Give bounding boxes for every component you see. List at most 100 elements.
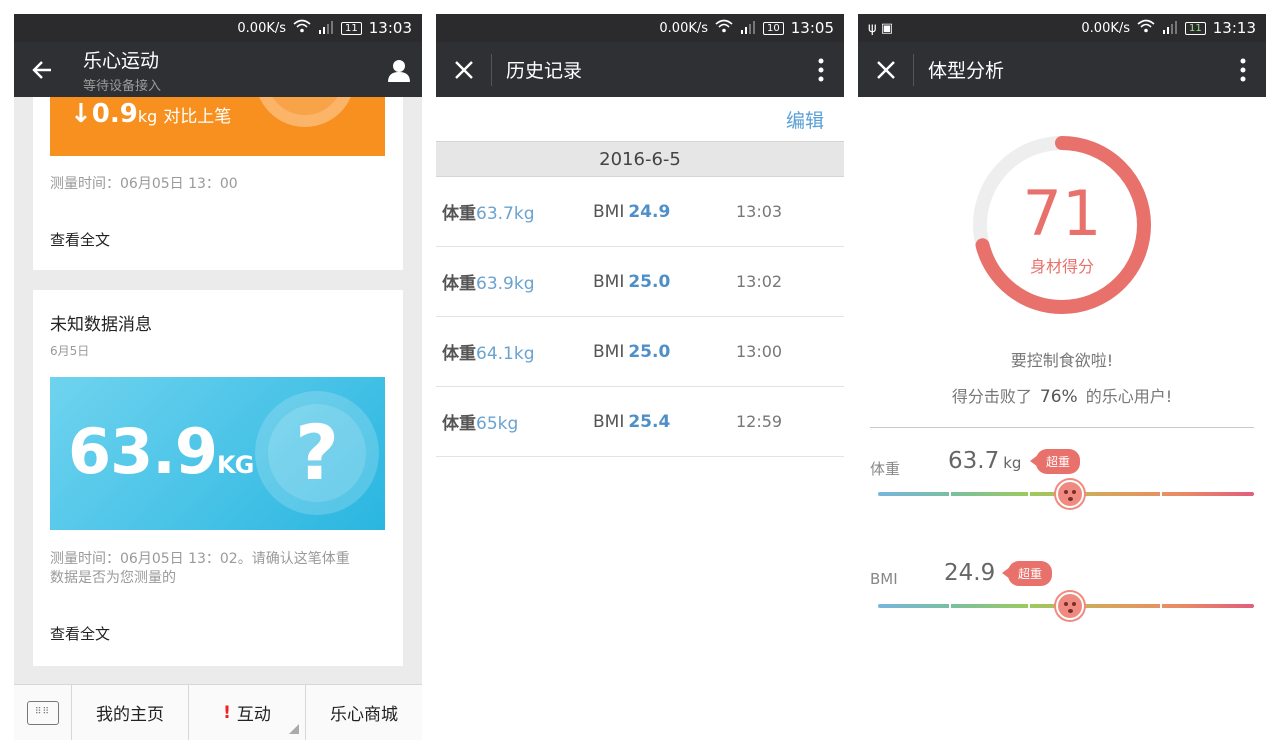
battery-icon: 11 [341,21,362,35]
weight-change-banner: ↓0.9kg 对比上笔 [50,97,385,156]
app-bar: 体型分析 [858,42,1266,97]
close-icon[interactable] [436,42,491,97]
status-bar: ψ ▣ 0.00K/s 11 13:13 [858,14,1266,42]
advice-text: 要控制食欲啦! [1010,351,1114,370]
network-speed: 0.00K/s [659,20,709,36]
beat-prefix: 得分击败了 [951,387,1032,406]
status-bar: 0.00K/s 11 13:03 [14,14,422,42]
bmi-value: 25.4 [628,411,671,432]
profile-icon[interactable] [376,42,422,97]
menu-interact-label: 互动 [236,705,271,725]
app-title: 乐心运动 [83,49,160,72]
bmi-value: 25.0 [628,341,671,362]
alert-icon: ! [223,702,231,723]
menu-interact[interactable]: ! 互动 [189,685,306,740]
metric-label: 体重 [870,460,901,478]
weight-metric: 体重 63.7 kg 超重 [858,436,1266,548]
signal-icon [1162,20,1178,37]
app-bar: 乐心运动 等待设备接入 [14,42,422,97]
bmi-label: BMI [593,411,625,432]
record-time: 13:00 [736,342,783,361]
weight-value: 65kg [476,414,519,434]
level-indicator-face-icon [1055,480,1084,508]
bmi-value: 25.0 [628,271,671,292]
weight-change-card[interactable]: ↓0.9kg 对比上笔 测量时间：06月05日 13：00 查看全文 [33,97,403,270]
weight-value: 63.7kg [476,204,535,224]
wifi-icon [293,19,311,37]
network-speed: 0.00K/s [1081,20,1131,36]
battery-icon: 10 [763,21,784,35]
beat-suffix: 的乐心用户! [1085,387,1173,406]
score-section: 71 身材得分 [858,97,1266,347]
confirm-line-2: 数据是否为您测量的 [50,570,176,586]
screen-lexin-feed: 0.00K/s 11 13:03 乐心运动 等待设备接入 ↓0.9kg 对比上笔 [14,14,422,740]
metric-unit: kg [1003,454,1022,472]
beat-percent: 76% [1039,387,1078,407]
clock: 13:13 [1212,19,1256,37]
history-row[interactable]: 体重64.1kg BMI 25.0 13:00 [436,317,844,387]
close-icon[interactable] [858,42,913,97]
edit-button[interactable]: 编辑 [786,106,824,133]
weight-change-unit: kg [137,107,158,126]
bmi-label: BMI [593,271,625,292]
battery-icon: 11 [1185,21,1206,35]
bmi-metric: BMI 24.9 超重 [858,548,1266,660]
card-title: 未知数据消息 [50,315,152,335]
unknown-weight-banner: 63.9KG ? [50,377,385,530]
keyboard-icon: ⠿⠿ [26,700,59,725]
page-title: 体型分析 [928,60,1005,82]
record-time: 13:03 [736,202,783,221]
status-bar: 0.00K/s 10 13:05 [436,14,844,42]
keyboard-toggle[interactable]: ⠿⠿ [14,685,72,740]
history-list: 体重63.7kg BMI 24.9 13:03 体重63.9kg BMI 25.0 … [436,177,844,457]
decorative-circle [255,97,355,127]
unknown-data-card[interactable]: 未知数据消息 6月5日 63.9KG ? 测量时间：06月05日 13：02。请… [33,290,403,666]
notification-icons: ψ ▣ [868,20,893,36]
weight-label: 体重 [442,274,476,294]
page-title: 历史记录 [506,60,583,82]
more-vert-icon[interactable] [798,42,844,97]
more-vert-icon[interactable] [1220,42,1266,97]
clock: 13:03 [368,19,412,37]
read-more-link[interactable]: 查看全文 [50,623,110,644]
weight-label: 体重 [442,204,476,224]
record-time: 12:59 [736,412,783,431]
unknown-weight-unit: KG [216,451,254,479]
history-row[interactable]: 体重63.9kg BMI 25.0 13:02 [436,247,844,317]
metric-label: BMI [870,570,898,588]
status-badge: 超重 [1029,449,1081,474]
measure-confirm-text: 测量时间：06月05日 13：02。请确认这笔体重 数据是否为您测量的 [50,550,390,588]
level-indicator-face-icon [1055,592,1084,620]
score-label: 身材得分 [1029,257,1094,276]
submenu-indicator-icon [289,724,299,734]
menu-my-home[interactable]: 我的主页 [72,685,189,740]
score-value: 71 [1022,177,1102,250]
divider [870,427,1254,428]
menu-mall[interactable]: 乐心商城 [306,685,422,740]
device-status: 等待设备接入 [83,78,162,94]
wifi-icon [715,19,733,37]
weight-value: 64.1kg [476,344,535,364]
screen-body-analysis: ψ ▣ 0.00K/s 11 13:13 体型分析 71 身材得分 要控制食欲啦… [858,14,1266,740]
signal-icon [318,20,334,37]
bottom-menu-bar: ⠿⠿ 我的主页 ! 互动 乐心商城 [14,684,422,740]
date-header: 2016-6-5 [436,141,844,177]
read-more-link[interactable]: 查看全文 [50,229,110,250]
back-arrow-icon[interactable] [14,42,69,97]
network-speed: 0.00K/s [237,20,287,36]
screen-history: 0.00K/s 10 13:05 历史记录 编辑 2016-6-5 体重63.7… [436,14,844,740]
message-feed[interactable]: ↓0.9kg 对比上笔 测量时间：06月05日 13：00 查看全文 未知数据消息… [14,97,422,684]
history-row[interactable]: 体重65kg BMI 25.4 12:59 [436,387,844,457]
clock: 13:05 [790,19,834,37]
card-date: 6月5日 [50,344,90,358]
app-bar: 历史记录 [436,42,844,97]
history-row[interactable]: 体重63.7kg BMI 24.9 13:03 [436,177,844,247]
question-mark-icon: ? [268,404,366,502]
weight-label: 体重 [442,344,476,364]
bmi-value: 24.9 [628,201,671,222]
bmi-label: BMI [593,341,625,362]
weight-value: 63.9kg [476,274,535,294]
signal-icon [740,20,756,37]
compare-label: 对比上笔 [163,107,232,127]
unknown-weight-value: 63.9 [68,415,218,488]
